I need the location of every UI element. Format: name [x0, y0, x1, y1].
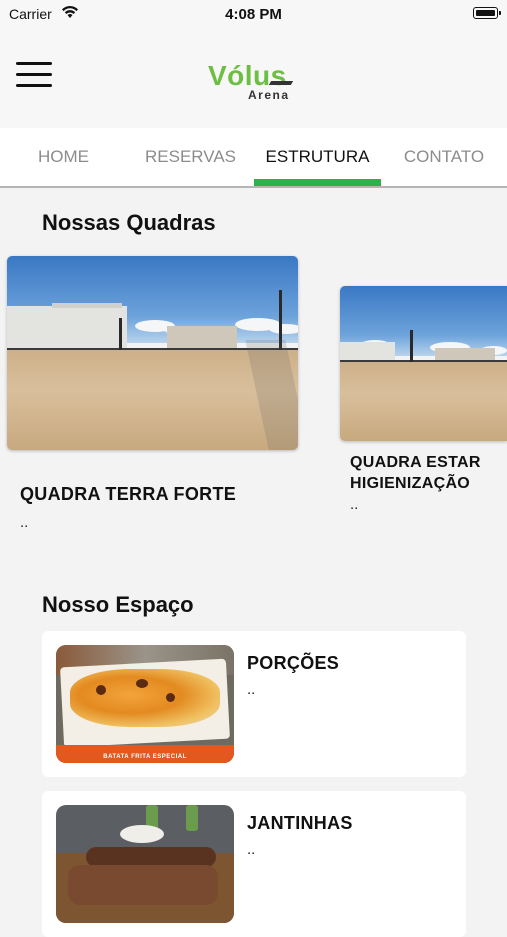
tab-reservas[interactable]: RESERVAS [127, 128, 254, 186]
menu-icon [16, 62, 52, 65]
menu-button[interactable] [14, 58, 56, 92]
courts-section-title: Nossas Quadras [42, 210, 216, 235]
battery-icon [473, 7, 501, 19]
space-card[interactable]: BATATA FRITA ESPECIAL PORÇÕES .. [42, 631, 466, 777]
space-card[interactable]: JANTINHAS .. [42, 791, 466, 937]
space-item-description: .. [247, 681, 256, 698]
tab-estrutura[interactable]: ESTRUTURA [254, 128, 381, 186]
space-thumbnail [56, 805, 234, 923]
clock: 4:08 PM [225, 6, 282, 23]
tab-bar: HOME RESERVAS ESTRUTURA CONTATO [0, 128, 507, 188]
app-header: Vólus Arena [0, 30, 507, 128]
space-item-description: .. [247, 841, 256, 858]
court-photo [7, 256, 298, 450]
space-thumbnail: BATATA FRITA ESPECIAL [56, 645, 234, 763]
space-section-title: Nosso Espaço [42, 592, 194, 617]
tab-contato[interactable]: CONTATO [381, 128, 507, 186]
court-description: .. [350, 496, 359, 513]
logo: Vólus Arena [208, 60, 308, 104]
active-tab-indicator [254, 179, 381, 186]
status-bar: Carrier 4:08 PM [0, 0, 507, 30]
court-photo [340, 286, 507, 441]
logo-subtitle: Arena [248, 88, 290, 102]
tab-home[interactable]: HOME [0, 128, 127, 186]
court-name: QUADRA ESTAR HIGIENIZAÇÃO [350, 454, 481, 492]
space-item-title: PORÇÕES [247, 653, 340, 673]
thumb-caption: BATATA FRITA ESPECIAL [103, 754, 187, 760]
court-name: QUADRA TERRA FORTE [20, 484, 237, 504]
court-description: .. [20, 514, 29, 531]
space-item-title: JANTINHAS [247, 813, 353, 833]
